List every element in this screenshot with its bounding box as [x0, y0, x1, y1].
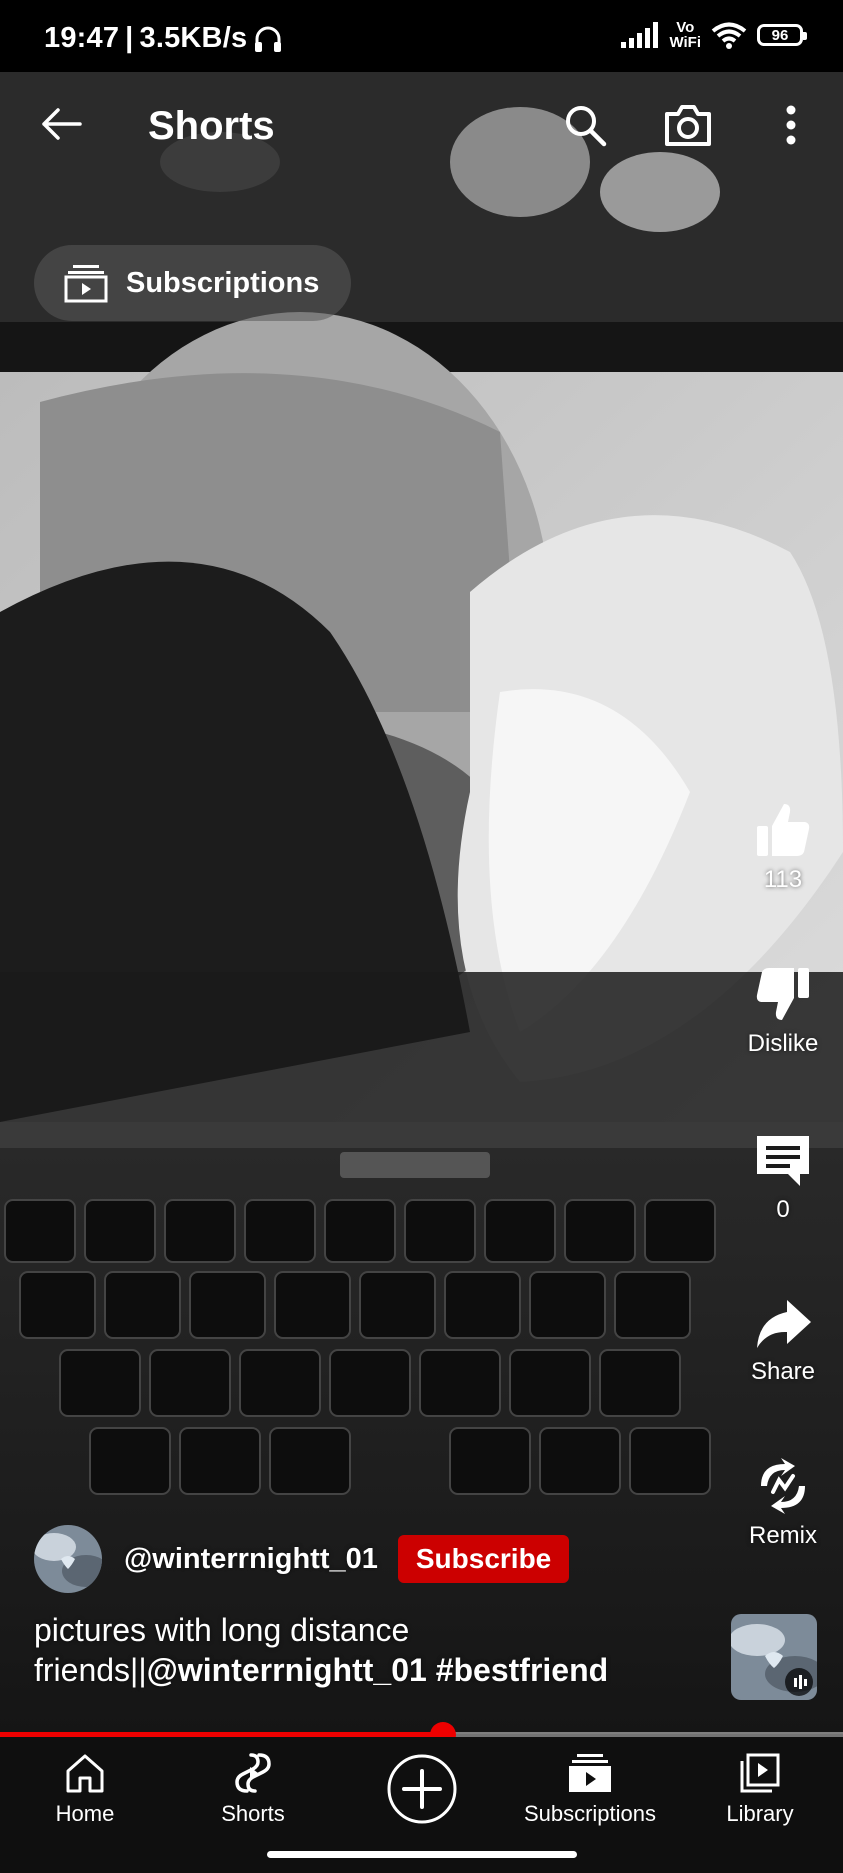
nav-home[interactable]: Home — [40, 1751, 130, 1827]
comment-icon — [757, 1136, 809, 1186]
comment-count: 0 — [776, 1196, 790, 1223]
battery-level: 96 — [771, 26, 789, 44]
avatar[interactable] — [34, 1525, 102, 1593]
home-indicator[interactable] — [267, 1851, 577, 1858]
share-label: Share — [750, 1358, 816, 1385]
nav-library-label: Library — [726, 1801, 794, 1826]
vowifi-bottom-text: WiFi — [669, 34, 701, 51]
channel-row: @winterrnightt_01 Subscribe — [34, 1524, 570, 1594]
status-time: 19:47 — [44, 22, 120, 54]
battery-indicator: 96 — [757, 24, 807, 46]
caption-mention[interactable]: @winterrnightt_01 — [147, 1652, 427, 1688]
create-plus-icon — [387, 1754, 457, 1824]
caption-hashtag[interactable]: #bestfriend — [436, 1652, 608, 1688]
remix-button[interactable]: Remix — [723, 1456, 843, 1550]
search-icon[interactable] — [560, 100, 610, 150]
audio-playing-icon — [785, 1668, 813, 1696]
vowifi-indicator: Vo WiFi — [669, 20, 701, 50]
channel-handle[interactable]: @winterrnightt_01 — [124, 1543, 378, 1576]
more-vert-icon[interactable] — [766, 100, 816, 150]
video-frame — [0, 72, 843, 1734]
status-left: 19:47 | 3.5KB/s — [44, 22, 283, 55]
subscriptions-feed-chip[interactable]: Subscriptions — [34, 245, 351, 321]
headphones-icon — [255, 26, 282, 52]
status-bar: 19:47 | 3.5KB/s Vo WiFi 96 — [0, 0, 843, 72]
nav-shorts[interactable]: Shorts — [208, 1751, 298, 1827]
nav-create[interactable] — [384, 1753, 460, 1825]
remix-label: Remix — [748, 1522, 817, 1549]
sound-thumbnail[interactable] — [731, 1614, 817, 1700]
page-title: Shorts — [148, 104, 275, 148]
avatar-image — [34, 1525, 102, 1593]
share-button[interactable]: Share — [723, 1296, 843, 1386]
remix-icon — [761, 1458, 805, 1514]
chip-label: Subscriptions — [126, 266, 320, 299]
signal-icon — [621, 22, 659, 48]
camera-icon[interactable] — [663, 100, 713, 150]
library-icon — [740, 1753, 780, 1793]
thumb-up-icon — [757, 804, 810, 856]
subscribe-button[interactable]: Subscribe — [397, 1535, 570, 1583]
subscriptions-icon — [64, 265, 108, 303]
like-count: 113 — [763, 866, 803, 893]
nav-library[interactable]: Library — [720, 1751, 800, 1827]
short-video[interactable] — [0, 72, 843, 1734]
thumb-down-icon — [756, 968, 809, 1020]
vowifi-top-text: Vo — [676, 19, 695, 36]
like-button[interactable]: 113 — [723, 800, 843, 894]
share-icon — [757, 1300, 811, 1348]
status-divider: | — [125, 22, 134, 54]
nav-subscriptions[interactable]: Subscriptions — [520, 1751, 660, 1827]
video-caption[interactable]: pictures with long distance friends||@wi… — [34, 1610, 694, 1690]
shorts-icon — [235, 1753, 271, 1793]
status-right: Vo WiFi 96 — [621, 20, 807, 50]
comments-button[interactable]: 0 — [723, 1130, 843, 1224]
status-network-speed: 3.5KB/s — [139, 22, 248, 54]
home-icon — [66, 1754, 104, 1793]
nav-home-label: Home — [55, 1801, 115, 1826]
shorts-header: Shorts — [0, 72, 843, 190]
shorts-player-screen: 19:47 | 3.5KB/s Vo WiFi 96 Shorts Subscr… — [0, 0, 843, 1873]
dislike-button[interactable]: Dislike — [723, 964, 843, 1058]
nav-shorts-label: Shorts — [221, 1801, 285, 1826]
back-arrow-icon[interactable] — [36, 98, 88, 150]
subscriptions-icon — [569, 1754, 611, 1792]
dislike-label: Dislike — [747, 1030, 819, 1057]
nav-subscriptions-label: Subscriptions — [523, 1801, 657, 1826]
wifi-icon — [711, 22, 747, 49]
